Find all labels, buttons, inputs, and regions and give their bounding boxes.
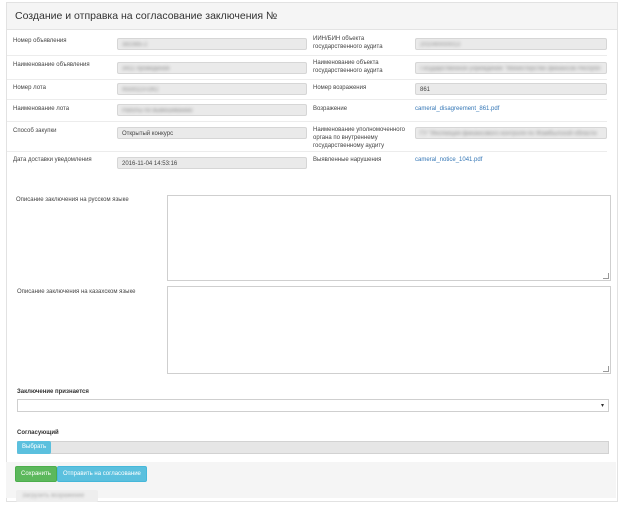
announcement-name-label: Наименование объявления: [13, 62, 90, 68]
delivery-date-label: Дата доставки уведомления: [13, 157, 92, 163]
conclusion-panel: Создание и отправка на согласование закл…: [6, 2, 618, 502]
info-row: Способ закупки Открытый конкурс Наименов…: [7, 121, 607, 152]
objection-label: Возражение: [313, 106, 348, 112]
lot-number-label: Номер лота: [13, 85, 46, 91]
conclusion-select[interactable]: ▾: [17, 399, 609, 412]
description-ru-textarea[interactable]: [167, 195, 611, 281]
description-kz-label: Описание заключения на казахском языке: [17, 289, 136, 295]
page-title: Создание и отправка на согласование закл…: [7, 3, 617, 30]
violations-file-link[interactable]: cameral_notice_1041.pdf: [415, 156, 482, 164]
info-row: Наименование лота Работы по вывешиванию …: [7, 99, 607, 122]
announcement-name-field: 3411 проведение: [117, 62, 307, 74]
objection-number-label: Номер возражения: [313, 85, 367, 91]
info-row: Дата доставки уведомления 2016-11-04 14:…: [7, 151, 607, 175]
resize-handle-icon[interactable]: [603, 273, 609, 279]
conclusion-label: Заключение признается: [17, 389, 89, 395]
iin-bin-field: 201040000013: [415, 38, 607, 50]
iin-bin-label: ИИН/БИН объекта государственного аудита: [313, 36, 383, 50]
dropdown-caret-icon: ▾: [600, 403, 604, 409]
violations-label: Выявленные нарушения: [313, 157, 382, 163]
send-for-approval-button[interactable]: Отправить на согласование: [57, 466, 147, 482]
announcement-number-label: Номер объявления: [13, 38, 67, 44]
audit-object-name-label: Наименование объекта государственного ау…: [313, 60, 383, 74]
resize-handle-icon[interactable]: [603, 366, 609, 372]
approver-field: Выбрать: [17, 441, 609, 454]
audit-object-name-field: Государственное учреждение "Министерство…: [415, 62, 607, 74]
info-row: Номер лота 4559113-ОК2 Номер возражения …: [7, 79, 607, 100]
authorized-body-label: Наименование уполномоченного органа по в…: [313, 127, 406, 149]
info-row: Номер объявления 381985-2 ИИН/БИН объект…: [7, 33, 607, 56]
save-button[interactable]: Сохранить: [15, 466, 57, 482]
objection-file-link[interactable]: cameral_disagreement_861.pdf: [415, 105, 499, 113]
announcement-number-field: 381985-2: [117, 38, 307, 50]
purchase-method-label: Способ закупки: [13, 128, 57, 134]
purchase-method-field: Открытый конкурс: [117, 127, 307, 139]
info-row: Наименование объявления 3411 проведение …: [7, 55, 607, 80]
description-kz-textarea[interactable]: [167, 286, 611, 374]
approver-label: Согласующий: [17, 430, 59, 436]
pick-approver-button[interactable]: Выбрать: [17, 441, 52, 454]
lot-name-field: Работы по вывешиванию: [117, 104, 307, 116]
upload-objection-button[interactable]: Загрузить возражение: [16, 490, 98, 502]
authorized-body-field: ГУ "Инспекция финансового контроля по Жа…: [415, 127, 607, 139]
objection-number-field: 861: [415, 83, 607, 95]
delivery-date-field: 2016-11-04 14:53:16: [117, 157, 307, 169]
description-ru-label: Описание заключения на русском языке: [16, 197, 129, 203]
lot-number-field: 4559113-ОК2: [117, 83, 307, 95]
lot-name-label: Наименование лота: [13, 106, 70, 112]
